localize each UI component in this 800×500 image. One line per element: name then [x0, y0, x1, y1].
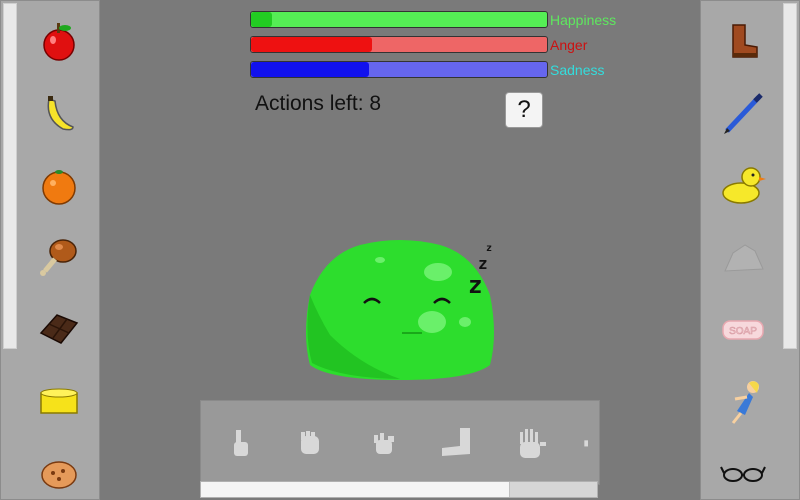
point-hand-item[interactable] — [219, 423, 261, 465]
soap-icon: SOAP — [722, 320, 764, 340]
orange-item[interactable] — [29, 155, 89, 215]
grab-hand-item[interactable] — [289, 423, 331, 465]
soap-item[interactable]: SOAP — [713, 299, 773, 359]
tickle-hand-item[interactable] — [363, 423, 405, 465]
tray-scrollbar[interactable] — [200, 481, 598, 498]
cheese-icon — [40, 388, 78, 414]
anger-meter-fill — [251, 37, 373, 52]
banana-icon — [47, 96, 74, 131]
tray-scrollbar-thumb[interactable] — [201, 482, 510, 497]
slime-creature[interactable]: z z z — [300, 235, 500, 385]
partial-tray-item[interactable] — [577, 423, 599, 465]
boot-item[interactable] — [713, 11, 773, 71]
sleep-z-medium: z — [478, 254, 488, 273]
kick-foot-item[interactable] — [437, 423, 479, 465]
grab-hand-icon — [301, 431, 319, 454]
happiness-meter-fill — [251, 12, 272, 27]
rubber-duck-item[interactable] — [713, 155, 773, 215]
food-panel-scrollbar[interactable] — [3, 3, 17, 349]
sleep-z-small: z — [486, 243, 492, 254]
anger-meter — [250, 36, 548, 53]
interaction-tray — [200, 400, 600, 485]
food-panel — [0, 0, 100, 500]
soap-label: SOAP — [729, 326, 757, 337]
doll-icon — [731, 381, 759, 424]
orange-icon — [42, 170, 76, 205]
rock-item[interactable] — [713, 227, 773, 287]
happiness-label: Happiness — [550, 12, 617, 28]
partial-item-icon — [584, 440, 588, 447]
actions-left-counter: Actions left: 8 — [255, 92, 382, 115]
anger-label: Anger — [550, 37, 588, 53]
banana-item[interactable] — [29, 83, 89, 143]
wave-hand-icon — [520, 429, 546, 458]
cookie-icon — [41, 461, 77, 489]
doll-item[interactable] — [713, 371, 773, 431]
apple-item[interactable] — [29, 11, 89, 71]
chocolate-item[interactable] — [29, 299, 89, 359]
pen-item[interactable] — [713, 83, 773, 143]
apple-icon — [43, 23, 75, 61]
help-button[interactable]: ? — [505, 92, 543, 128]
pen-icon — [724, 93, 763, 134]
sleep-z-large: z — [468, 271, 482, 299]
happiness-meter — [250, 11, 548, 28]
cookie-item[interactable] — [29, 443, 89, 500]
rubber-duck-icon — [722, 167, 766, 204]
wave-hand-item[interactable] — [509, 423, 551, 465]
point-hand-icon — [234, 430, 248, 456]
sadness-meter — [250, 61, 548, 78]
objects-panel-scrollbar[interactable] — [783, 3, 797, 349]
boot-icon — [732, 24, 758, 58]
rock-icon — [724, 244, 764, 272]
sadness-label: Sadness — [550, 62, 605, 78]
objects-panel: SOAP — [700, 0, 800, 500]
drumstick-icon — [40, 239, 77, 276]
tickle-hand-icon — [374, 433, 394, 454]
kick-foot-icon — [442, 428, 470, 456]
drumstick-item[interactable] — [29, 227, 89, 287]
glasses-item[interactable] — [713, 443, 773, 500]
glasses-icon — [720, 466, 766, 482]
sadness-meter-fill — [251, 62, 370, 77]
chocolate-icon — [39, 314, 79, 344]
cheese-item[interactable] — [29, 371, 89, 431]
